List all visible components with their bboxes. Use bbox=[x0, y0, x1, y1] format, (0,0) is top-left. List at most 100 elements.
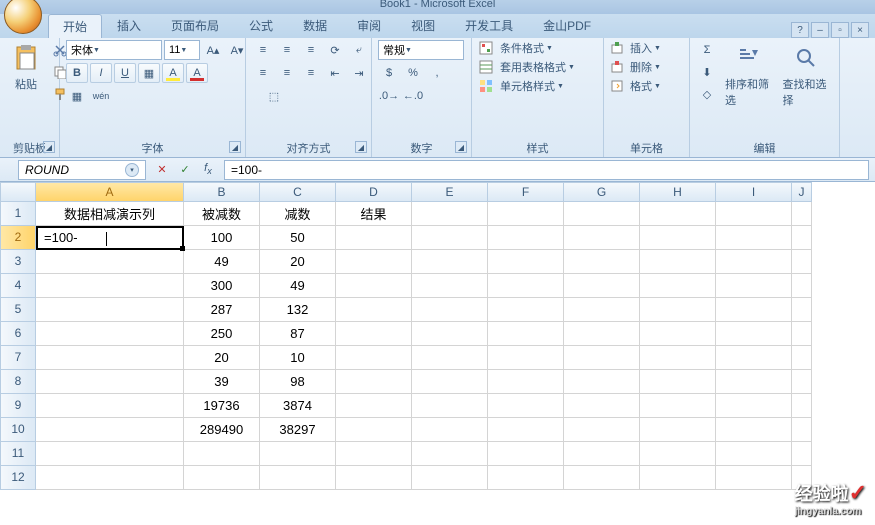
cell-B2[interactable]: 100 bbox=[184, 226, 260, 250]
cell-E12[interactable] bbox=[412, 466, 488, 490]
cell-D11[interactable] bbox=[336, 442, 412, 466]
align-center[interactable]: ≡ bbox=[276, 63, 298, 83]
border2[interactable]: ▦ bbox=[66, 86, 88, 106]
row-header-6[interactable]: 6 bbox=[0, 322, 36, 346]
cell-F6[interactable] bbox=[488, 322, 564, 346]
cell-I4[interactable] bbox=[716, 274, 792, 298]
col-header-F[interactable]: F bbox=[488, 182, 564, 202]
table-format[interactable]: 套用表格格式▼ bbox=[478, 59, 578, 75]
cell-G5[interactable] bbox=[564, 298, 640, 322]
cell-A5[interactable] bbox=[36, 298, 184, 322]
sort-filter[interactable]: 排序和筛选 bbox=[721, 40, 776, 110]
autosum[interactable]: Σ bbox=[696, 40, 718, 60]
window-ctrl[interactable]: ▫ bbox=[831, 22, 849, 38]
select-all-corner[interactable] bbox=[0, 182, 36, 202]
cell-A11[interactable] bbox=[36, 442, 184, 466]
cell-I8[interactable] bbox=[716, 370, 792, 394]
tab-data[interactable]: 数据 bbox=[288, 13, 342, 38]
underline-button[interactable]: U bbox=[114, 63, 136, 83]
cell-F9[interactable] bbox=[488, 394, 564, 418]
fill-color[interactable]: A bbox=[162, 63, 184, 83]
font-size[interactable]: 11▼ bbox=[164, 40, 200, 60]
cell-I2[interactable] bbox=[716, 226, 792, 250]
cell-styles[interactable]: 单元格样式▼ bbox=[478, 78, 567, 94]
comma[interactable]: , bbox=[426, 63, 448, 83]
cell-J2[interactable] bbox=[792, 226, 812, 250]
cell-B10[interactable]: 289490 bbox=[184, 418, 260, 442]
cell-E3[interactable] bbox=[412, 250, 488, 274]
col-header-D[interactable]: D bbox=[336, 182, 412, 202]
cell-C4[interactable]: 49 bbox=[260, 274, 336, 298]
cell-B11[interactable] bbox=[184, 442, 260, 466]
row-header-12[interactable]: 12 bbox=[0, 466, 36, 490]
col-header-I[interactable]: I bbox=[716, 182, 792, 202]
find-select[interactable]: 查找和选择 bbox=[779, 40, 834, 110]
tab-review[interactable]: 审阅 bbox=[342, 13, 396, 38]
cell-F8[interactable] bbox=[488, 370, 564, 394]
shrink-font[interactable]: A▾ bbox=[226, 40, 248, 60]
accept-formula[interactable]: ✓ bbox=[175, 161, 195, 179]
percent[interactable]: % bbox=[402, 63, 424, 83]
cell-B5[interactable]: 287 bbox=[184, 298, 260, 322]
cell-H6[interactable] bbox=[640, 322, 716, 346]
currency[interactable]: $ bbox=[378, 63, 400, 83]
insert-cells[interactable]: 插入▼ bbox=[610, 40, 664, 56]
paste-button[interactable]: 粘贴 bbox=[6, 40, 46, 94]
cell-C10[interactable]: 38297 bbox=[260, 418, 336, 442]
border-button[interactable]: ▦ bbox=[138, 63, 160, 83]
cell-C6[interactable]: 87 bbox=[260, 322, 336, 346]
close-icon[interactable]: × bbox=[851, 22, 869, 38]
cell-J3[interactable] bbox=[792, 250, 812, 274]
row-header-11[interactable]: 11 bbox=[0, 442, 36, 466]
col-header-J[interactable]: J bbox=[792, 182, 812, 202]
merge-cells[interactable]: ⬚ bbox=[252, 86, 296, 106]
cell-E11[interactable] bbox=[412, 442, 488, 466]
delete-cells[interactable]: 删除▼ bbox=[610, 59, 664, 75]
cell-F10[interactable] bbox=[488, 418, 564, 442]
row-header-7[interactable]: 7 bbox=[0, 346, 36, 370]
cell-J4[interactable] bbox=[792, 274, 812, 298]
cell-D7[interactable] bbox=[336, 346, 412, 370]
cell-A12[interactable] bbox=[36, 466, 184, 490]
align-left[interactable]: ≡ bbox=[252, 63, 274, 83]
cell-B9[interactable]: 19736 bbox=[184, 394, 260, 418]
cell-I9[interactable] bbox=[716, 394, 792, 418]
name-box[interactable]: ROUND▾ bbox=[18, 160, 146, 180]
cell-D8[interactable] bbox=[336, 370, 412, 394]
cell-J11[interactable] bbox=[792, 442, 812, 466]
cell-G7[interactable] bbox=[564, 346, 640, 370]
cell-I5[interactable] bbox=[716, 298, 792, 322]
cell-C2[interactable]: 50 bbox=[260, 226, 336, 250]
cell-F4[interactable] bbox=[488, 274, 564, 298]
cell-B3[interactable]: 49 bbox=[184, 250, 260, 274]
cell-B12[interactable] bbox=[184, 466, 260, 490]
align-dialog[interactable]: ◢ bbox=[355, 141, 367, 153]
cell-E8[interactable] bbox=[412, 370, 488, 394]
minimize-ribbon[interactable]: – bbox=[811, 22, 829, 38]
cell-J6[interactable] bbox=[792, 322, 812, 346]
bold-button[interactable]: B bbox=[66, 63, 88, 83]
cell-D6[interactable] bbox=[336, 322, 412, 346]
cell-G6[interactable] bbox=[564, 322, 640, 346]
cell-G4[interactable] bbox=[564, 274, 640, 298]
cell-D5[interactable] bbox=[336, 298, 412, 322]
col-header-H[interactable]: H bbox=[640, 182, 716, 202]
row-header-1[interactable]: 1 bbox=[0, 202, 36, 226]
font-dialog[interactable]: ◢ bbox=[229, 141, 241, 153]
cell-F3[interactable] bbox=[488, 250, 564, 274]
row-header-8[interactable]: 8 bbox=[0, 370, 36, 394]
cell-I10[interactable] bbox=[716, 418, 792, 442]
cell-A6[interactable] bbox=[36, 322, 184, 346]
row-header-5[interactable]: 5 bbox=[0, 298, 36, 322]
col-header-C[interactable]: C bbox=[260, 182, 336, 202]
phonetic[interactable]: wén bbox=[90, 86, 112, 106]
cell-G8[interactable] bbox=[564, 370, 640, 394]
cell-B6[interactable]: 250 bbox=[184, 322, 260, 346]
cell-D3[interactable] bbox=[336, 250, 412, 274]
cell-F1[interactable] bbox=[488, 202, 564, 226]
cell-E9[interactable] bbox=[412, 394, 488, 418]
cell-A10[interactable] bbox=[36, 418, 184, 442]
cell-H2[interactable] bbox=[640, 226, 716, 250]
cell-I3[interactable] bbox=[716, 250, 792, 274]
align-bot[interactable]: ≡ bbox=[300, 40, 322, 60]
